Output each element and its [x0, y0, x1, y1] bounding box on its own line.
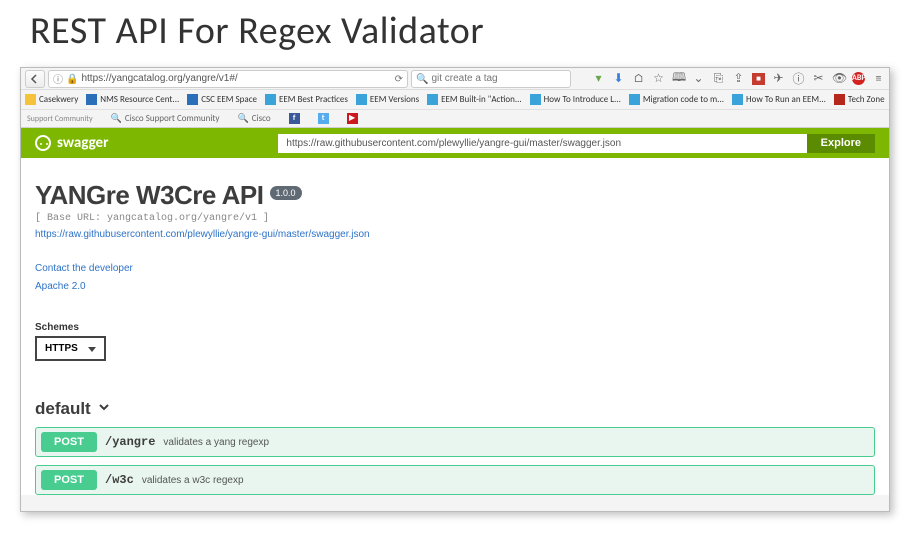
endpoint-description: validates a yang regexp [163, 437, 269, 448]
dropdown-icon[interactable]: ▾ [592, 71, 605, 86]
swagger-ring-icon [35, 135, 51, 151]
bookmark-label: Migration code to m... [643, 94, 724, 105]
bookmark-favicon [629, 94, 640, 105]
facebook-icon[interactable]: f [289, 113, 300, 124]
bookmark-favicon [86, 94, 97, 105]
search-icon: 🔍 [238, 113, 249, 124]
schemes-label: Schemes [35, 322, 875, 333]
search-bar[interactable]: 🔍 [411, 70, 571, 88]
tag-default[interactable]: default [35, 399, 875, 419]
menu-icon[interactable]: ≡ [872, 72, 885, 86]
bookmark-favicon [356, 94, 367, 105]
browser-window: ⓘ 🔒 ⟳ 🔍 ▾ ⬇ ⌂ ☆ 🕮 ⌄ ⎘ ⇪ ■ ✈ ⓘ ✂ 👁 ABP ≡ [20, 67, 890, 512]
bookmark-label: Tech Zone [848, 94, 885, 105]
api-base-url: [ Base URL: yangcatalog.org/yangre/v1 ] [35, 213, 875, 224]
schemes-select[interactable]: HTTPS [35, 336, 106, 361]
api-spec-link[interactable]: https://raw.githubusercontent.com/plewyl… [35, 229, 370, 240]
bookmark-favicon [834, 94, 845, 105]
toolbar-icons: ▾ ⬇ ⌂ ☆ 🕮 ⌄ ⎘ ⇪ ■ ✈ ⓘ ✂ 👁 ABP ≡ [592, 68, 885, 89]
swagger-content: YANGre W3Cre API 1.0.0 [ Base URL: yangc… [21, 158, 889, 495]
home-icon[interactable]: ⌂ [632, 72, 645, 86]
api-title: YANGre W3Cre API [35, 180, 264, 211]
bookmark-favicon [427, 94, 438, 105]
bookmarks-bar: Casekwery NMS Resource Cent... CSC EEM Spa… [21, 90, 889, 110]
explore-button[interactable]: Explore [807, 134, 875, 153]
search-input[interactable] [431, 73, 566, 84]
swagger-url-input[interactable] [278, 134, 806, 153]
endpoint-path: /w3c [105, 473, 134, 487]
license-link[interactable]: Apache 2.0 [35, 281, 86, 292]
chevron-down-icon [97, 399, 111, 419]
bookmark-item[interactable]: EEM Built-in "Action... [427, 94, 522, 105]
bookmark-favicon [265, 94, 276, 105]
address-bar[interactable]: ⓘ 🔒 ⟳ [48, 70, 408, 88]
search-icon: 🔍 [416, 72, 428, 85]
bookmark-item[interactable]: NMS Resource Cent... [86, 94, 179, 105]
bookmark-label: NMS Resource Cent... [100, 94, 179, 105]
bookmark-favicon [530, 94, 541, 105]
swagger-topbar: swagger Explore [21, 128, 889, 158]
bookmark-favicon [25, 94, 36, 105]
bookmark-label: EEM Best Practices [279, 94, 348, 105]
reload-icon[interactable]: ⟳ [395, 72, 403, 85]
addon-red-icon[interactable]: ■ [752, 73, 765, 85]
eye-icon[interactable]: 👁 [832, 71, 845, 86]
star-icon[interactable]: ☆ [652, 71, 665, 86]
bookmark-item[interactable]: CSC EEM Space [187, 94, 257, 105]
operation-row[interactable]: POST/yangre validates a yang regexp [35, 427, 875, 457]
clip-icon[interactable]: ⎘ [712, 72, 725, 86]
help-icon[interactable]: ⓘ [792, 70, 805, 87]
bookmark-label: EEM Versions [370, 94, 419, 105]
bookmark-item[interactable]: How To Run an EEM... [732, 94, 826, 105]
bookmark-item[interactable]: Casekwery [25, 94, 78, 105]
download-icon[interactable]: ⬇ [612, 71, 625, 86]
bookmark-favicon [732, 94, 743, 105]
abp-icon[interactable]: ABP [852, 72, 865, 85]
twitter-icon[interactable]: t [318, 113, 329, 124]
search-icon: 🔍 [111, 113, 122, 124]
http-method-badge: POST [41, 432, 97, 452]
swagger-url-row: Explore [278, 134, 875, 153]
bookmark-favicon [187, 94, 198, 105]
bookmark-item[interactable]: Migration code to m... [629, 94, 724, 105]
bookmarks-bar-2: Support Community 🔍Cisco Support Communi… [21, 110, 889, 128]
endpoint-path: /yangre [105, 435, 155, 449]
bookmark-label: Casekwery [39, 94, 78, 105]
pocket-icon[interactable]: ⌄ [692, 71, 705, 86]
bookmark-item[interactable]: Tech Zone [834, 94, 885, 105]
support-label: Support Community [27, 114, 93, 124]
bookmark-label: CSC EEM Space [201, 94, 257, 105]
bookmark-item[interactable]: How To Introduce L... [530, 94, 621, 105]
api-version-badge: 1.0.0 [270, 186, 302, 200]
scissors-icon[interactable]: ✂ [812, 71, 825, 86]
back-button[interactable] [25, 70, 45, 88]
lock-icon: 🔒 [66, 72, 78, 85]
share-icon[interactable]: ⇪ [732, 71, 745, 86]
bookmark-label: How To Run an EEM... [746, 94, 826, 105]
operation-row[interactable]: POST/w3c validates a w3c regexp [35, 465, 875, 495]
browser-toolbar: ⓘ 🔒 ⟳ 🔍 ▾ ⬇ ⌂ ☆ 🕮 ⌄ ⎘ ⇪ ■ ✈ ⓘ ✂ 👁 ABP ≡ [21, 68, 889, 90]
bookmark-item[interactable]: EEM Versions [356, 94, 419, 105]
youtube-icon[interactable]: ▶ [347, 113, 358, 124]
endpoint-description: validates a w3c regexp [142, 475, 244, 486]
bookmark-label: How To Introduce L... [544, 94, 621, 105]
http-method-badge: POST [41, 470, 97, 490]
site-link-2[interactable]: 🔍Cisco [238, 113, 271, 124]
url-input[interactable] [81, 73, 391, 84]
bookmark-item[interactable]: EEM Best Practices [265, 94, 348, 105]
bookmarks-icon[interactable]: 🕮 [672, 68, 685, 89]
site-info-icon[interactable]: ⓘ [53, 71, 63, 86]
bookmark-label: EEM Built-in "Action... [441, 94, 522, 105]
send-icon[interactable]: ✈ [772, 71, 785, 86]
contact-link[interactable]: Contact the developer [35, 263, 133, 274]
swagger-logo: swagger [35, 134, 108, 152]
slide-title: REST API For Regex Validator [0, 0, 910, 62]
site-link-1[interactable]: 🔍Cisco Support Community [111, 113, 220, 124]
